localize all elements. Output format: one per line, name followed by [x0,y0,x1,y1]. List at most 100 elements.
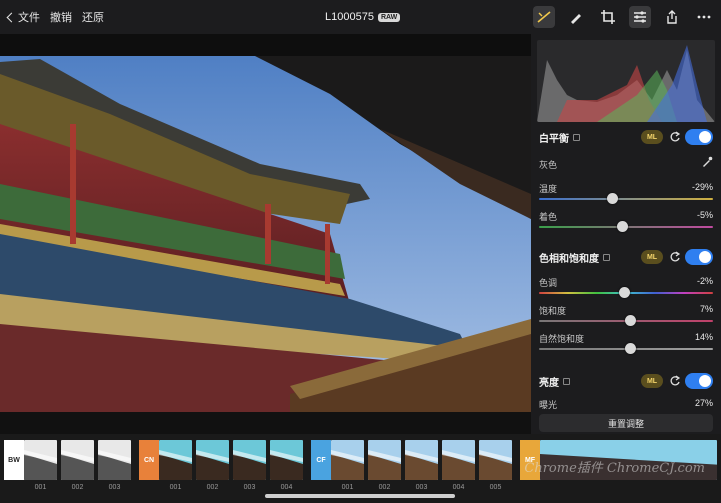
white-balance-toggle[interactable] [685,129,713,145]
raw-badge: RAW [377,12,401,22]
sliders-icon [634,11,646,23]
watermark: Chrome插件 ChromeCJ.com [524,461,705,476]
vibrance-label: 自然饱和度 [539,334,585,344]
saturation-label: 饱和度 [539,306,567,316]
preset-thumbnail[interactable] [233,440,266,480]
more-icon [697,15,711,19]
back-button[interactable]: 文件 [6,9,40,25]
gray-label: 灰色 [539,160,558,170]
preset-thumbnail[interactable] [442,440,475,480]
brightness-toggle[interactable] [685,373,713,389]
more-button[interactable] [693,6,715,28]
preset-label: 003 [108,484,121,491]
preset-thumbnail[interactable] [24,440,57,480]
exposure-slider[interactable]: 曝光 27% [531,396,721,412]
temperature-value: -29% [691,182,713,192]
white-balance-title: 白平衡 [539,133,569,145]
saturation-value: 7% [699,304,713,314]
undo-button[interactable]: 撤销 [50,9,72,25]
preset-label: 005 [489,484,502,491]
preset-label: 004 [452,484,465,491]
preset-label: 001 [341,484,354,491]
temperature-slider[interactable]: 温度 -29% [531,180,721,210]
tint-value: -5% [696,210,713,220]
vibrance-thumb[interactable] [625,343,636,354]
hue-saturation-header[interactable]: 色相和饱和度 ML [531,244,721,270]
temperature-track [539,198,713,200]
preset-thumbnail[interactable] [61,440,94,480]
tint-label: 着色 [539,212,558,222]
preset-thumbnail[interactable] [405,440,438,480]
preset-label: 003 [243,484,256,491]
reset-adjustments-button[interactable]: 重置调整 [539,414,713,432]
photo-canvas[interactable] [0,34,531,412]
white-balance-reset-icon[interactable] [669,131,681,143]
vibrance-value: 14% [694,332,713,342]
hue-saturation-title: 色相和饱和度 [539,253,599,265]
eyedropper-icon[interactable] [701,156,713,168]
section-mask-icon [573,133,580,141]
preset-thumbnail[interactable] [331,440,364,480]
top-toolbar: 文件 撤销 还原 L1000575 RAW [0,0,721,34]
temperature-thumb[interactable] [607,193,618,204]
file-name: L1000575 [325,11,374,23]
preset-label: 002 [71,484,84,491]
preset-label: 002 [206,484,219,491]
adjust-tool-button[interactable] [533,6,555,28]
preset-label: 002 [378,484,391,491]
hue-saturation-reset-icon[interactable] [669,251,681,263]
brightness-reset-icon[interactable] [669,375,681,387]
preset-thumbnail[interactable] [479,440,512,480]
brightness-title: 亮度 [539,377,559,389]
hue-saturation-toggle[interactable] [685,249,713,265]
preset-label: 001 [34,484,47,491]
preset-thumbnail[interactable] [270,440,303,480]
preset-group-bw[interactable]: BW [4,440,24,480]
vibrance-slider[interactable]: 自然饱和度 14% [531,330,721,360]
exposure-label: 曝光 [539,400,558,410]
file-title[interactable]: L1000575 RAW [325,11,401,23]
tint-slider[interactable]: 着色 -5% [531,208,721,238]
exposure-value: 27% [694,398,713,408]
preset-group-cf[interactable]: CF [311,440,331,480]
hue-saturation-ml-button[interactable]: ML [641,250,663,264]
preset-thumbnail[interactable] [368,440,401,480]
histogram-graph [537,45,715,122]
adjustments-panel: 白平衡 ML 灰色 温度 -29% 着色 -5% 色相和饱和度 ML 色调 -2… [531,34,721,434]
hue-thumb[interactable] [619,287,630,298]
brush-tool-button[interactable] [565,6,587,28]
hue-slider[interactable]: 色调 -2% [531,274,721,304]
preset-label: 001 [169,484,182,491]
preset-thumbnail[interactable] [159,440,192,480]
preset-label: 003 [415,484,428,491]
temperature-label: 温度 [539,184,558,194]
preset-thumbnail[interactable] [98,440,131,480]
adjust-icon [537,11,551,23]
section-mask-icon [563,377,570,385]
back-label: 文件 [18,12,40,24]
brightness-header[interactable]: 亮度 ML [531,368,721,394]
sliders-tool-button[interactable] [629,6,651,28]
brightness-ml-button[interactable]: ML [641,374,663,388]
saturation-thumb[interactable] [625,315,636,326]
preset-group-cn[interactable]: CN [139,440,159,480]
white-balance-header[interactable]: 白平衡 ML [531,124,721,150]
preset-thumbnail[interactable] [196,440,229,480]
histogram [537,40,715,122]
home-indicator [265,494,455,498]
section-mask-icon [603,253,610,261]
hue-label: 色调 [539,278,558,288]
share-button[interactable] [661,6,683,28]
chevron-left-icon [6,12,17,22]
saturation-slider[interactable]: 饱和度 7% [531,302,721,332]
white-balance-ml-button[interactable]: ML [641,130,663,144]
redo-button[interactable]: 还原 [82,9,104,25]
hue-value: -2% [696,276,713,286]
tint-thumb[interactable] [617,221,628,232]
crop-icon [601,10,615,24]
crop-tool-button[interactable] [597,6,619,28]
photo-image [0,34,531,412]
brush-icon [571,14,581,24]
share-icon [667,10,677,24]
preset-label: 004 [280,484,293,491]
